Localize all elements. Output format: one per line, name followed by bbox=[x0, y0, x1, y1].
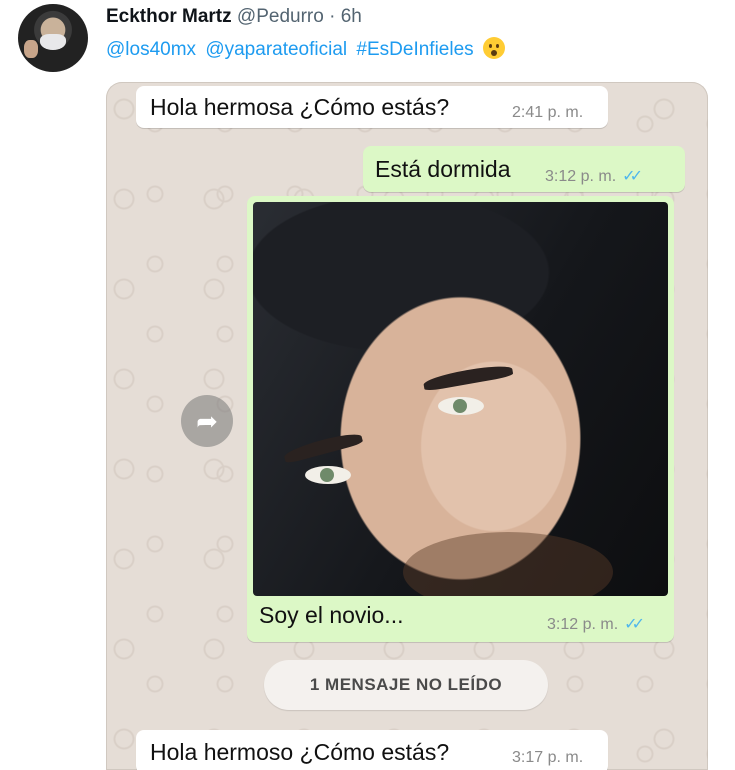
tweet-header: Eckthor Martz @Pedurro · 6h bbox=[106, 6, 362, 28]
author-name[interactable]: Eckthor Martz bbox=[106, 6, 232, 27]
message-text: Está dormida bbox=[375, 156, 511, 182]
hushed-face-icon bbox=[482, 37, 505, 59]
hashtag-link[interactable]: #EsDeInfieles bbox=[356, 39, 473, 60]
forward-icon[interactable]: ➦ bbox=[181, 395, 233, 447]
header-separator: · bbox=[329, 6, 336, 27]
read-ticks-icon: ✓✓ bbox=[624, 616, 645, 633]
author-handle[interactable]: @Pedurro bbox=[237, 6, 324, 27]
eyebrow bbox=[422, 362, 514, 392]
eye bbox=[305, 466, 351, 484]
chat-screenshot[interactable]: Hola hermosa ¿Cómo estás? 2:41 p. m. Est… bbox=[106, 82, 708, 770]
message-bubble-incoming: Hola hermosa ¿Cómo estás? 2:41 p. m. bbox=[136, 86, 608, 128]
message-time: 3:17 p. m. bbox=[512, 749, 584, 766]
mention-link[interactable]: @los40mx bbox=[106, 39, 196, 60]
message-time: 2:41 p. m. bbox=[512, 104, 584, 121]
message-bubble-incoming: Hola hermoso ¿Cómo estás? 3:17 p. m. bbox=[136, 730, 608, 770]
photo-message-bubble: Soy el novio... 3:12 p. m. ✓✓ bbox=[247, 196, 674, 642]
hand bbox=[24, 40, 38, 58]
message-text: Hola hermoso ¿Cómo estás? bbox=[150, 739, 450, 765]
tweet-text: @los40mx @yaparateoficial #EsDeInfieles bbox=[106, 37, 509, 61]
eyebrow bbox=[282, 429, 364, 465]
message-text: Hola hermosa ¿Cómo estás? bbox=[150, 94, 450, 120]
tweet-time[interactable]: 6h bbox=[341, 6, 362, 27]
unread-messages-banner: 1 MENSAJE NO LEÍDO bbox=[264, 660, 548, 710]
eye bbox=[438, 397, 484, 415]
face-mask bbox=[40, 34, 66, 50]
mention-link[interactable]: @yaparateoficial bbox=[205, 39, 347, 60]
message-bubble-outgoing: Está dormida 3:12 p. m. ✓✓ bbox=[363, 146, 685, 192]
author-avatar[interactable] bbox=[18, 4, 88, 72]
message-meta: 3:12 p. m. ✓✓ bbox=[545, 166, 643, 186]
read-ticks-icon: ✓✓ bbox=[622, 168, 643, 185]
message-time: 3:12 p. m. bbox=[547, 616, 619, 633]
message-time: 3:12 p. m. bbox=[545, 168, 617, 185]
photo-caption: Soy el novio... bbox=[259, 602, 404, 628]
photo-attachment[interactable] bbox=[253, 202, 668, 596]
message-meta: 3:12 p. m. ✓✓ bbox=[547, 614, 645, 634]
beard bbox=[403, 532, 613, 596]
